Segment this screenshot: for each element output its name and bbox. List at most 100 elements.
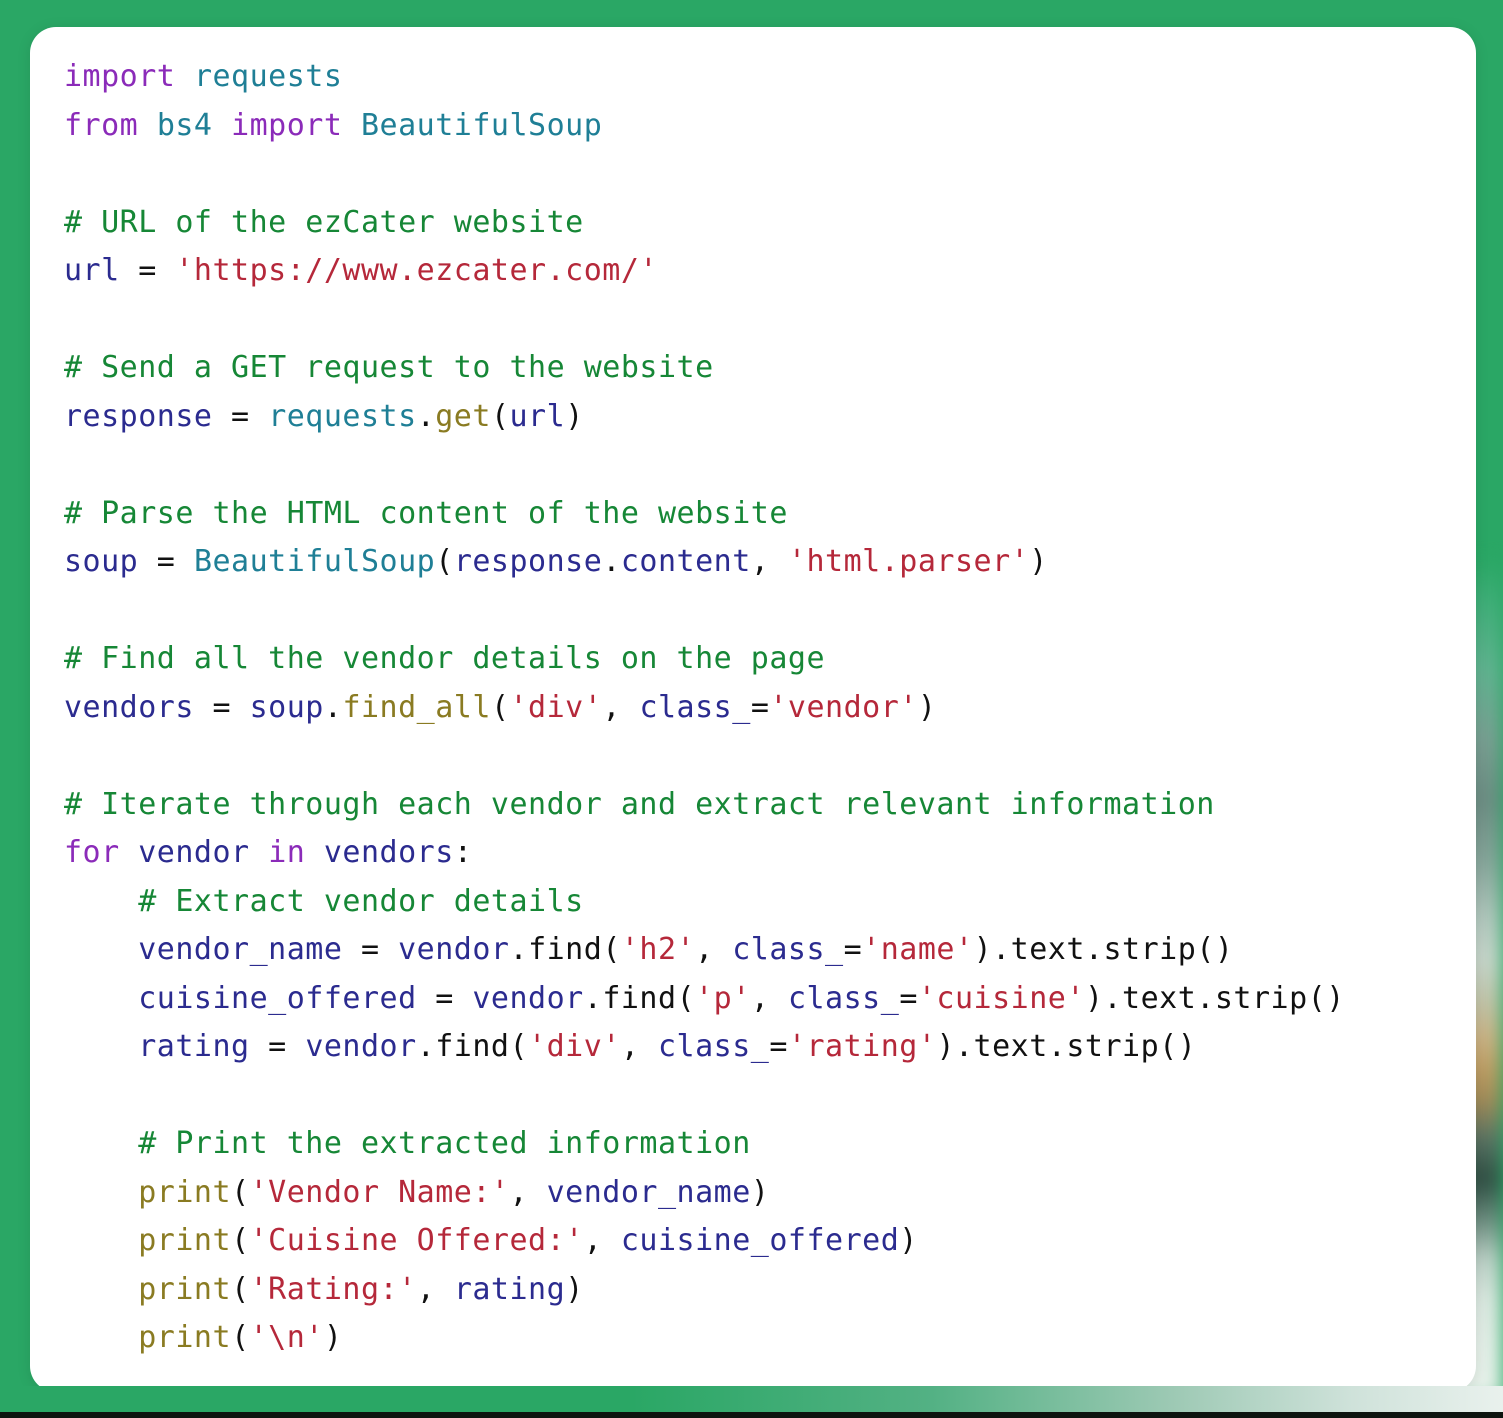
code-token-plain: .: [602, 544, 621, 579]
code-token-var: vendors: [323, 835, 454, 870]
code-line: # URL of the ezCater website: [64, 205, 584, 240]
code-token-kw: in: [268, 835, 306, 870]
code-token-var: vendor_name: [546, 1174, 751, 1210]
bottom-dark-rule: [0, 1412, 1503, 1418]
code-token-plain: :: [453, 835, 473, 870]
code-token-plain: ): [565, 1271, 584, 1307]
code-token-comment: # Find all the vendor details on the pag…: [64, 641, 826, 676]
code-token-plain: (: [231, 1223, 250, 1258]
code-token-fn: get: [435, 398, 491, 434]
code-token-str: '\n': [249, 1320, 324, 1355]
code-line: # Find all the vendor details on the pag…: [64, 641, 825, 676]
code-line: print('\n'): [64, 1320, 342, 1355]
code-token-var: response: [64, 398, 213, 434]
code-line: import requests: [64, 59, 342, 94]
code-token-plain: ,: [509, 1174, 547, 1210]
code-token-comment: # Parse the HTML content of the website: [64, 495, 788, 531]
code-token-plain: ,: [695, 932, 733, 967]
bottom-gradient-band: [0, 1386, 1503, 1412]
code-token-str: 'name': [862, 932, 974, 967]
code-token-plain: .: [323, 689, 343, 725]
code-token-plain: (: [509, 1029, 529, 1064]
code-token-plain: (: [231, 1271, 250, 1307]
code-token-kw: import: [64, 59, 176, 94]
code-token-plain: =: [212, 398, 269, 434]
code-token-plain: ,: [750, 980, 788, 1016]
python-code-block: import requests from bs4 import Beautifu…: [64, 53, 1345, 1363]
code-token-mod: bs4: [156, 107, 213, 143]
code-token-plain: =: [119, 253, 176, 288]
code-line: # Parse the HTML content of the website: [64, 496, 788, 531]
code-token-plain: .: [416, 1029, 436, 1064]
code-token-var: soup: [249, 689, 324, 725]
code-token-plain: ,: [750, 544, 788, 579]
code-line: vendor_name = vendor.find('h2', class_='…: [64, 932, 1233, 967]
code-line: vendors = soup.find_all('div', class_='v…: [64, 690, 936, 725]
code-token-plain: ).text.strip(): [973, 932, 1234, 967]
code-token-plain: =: [416, 980, 473, 1016]
code-token-str: 'html.parser': [787, 544, 1030, 579]
code-token-plain: ): [750, 1174, 770, 1210]
code-token-var: vendor: [398, 932, 510, 967]
code-token-var: vendor: [305, 1029, 417, 1064]
code-line: print('Rating:', rating): [64, 1272, 584, 1307]
code-token-plain: ): [323, 1320, 343, 1355]
code-token-kw: for: [64, 835, 120, 870]
code-token-plain: (: [490, 398, 510, 434]
code-line: print('Vendor Name:', vendor_name): [64, 1175, 769, 1210]
code-token-str: 'https://www.ezcater.com/': [175, 253, 658, 288]
code-token-plain: ).text.strip(): [1084, 980, 1345, 1016]
code-line: # Send a GET request to the website: [64, 350, 714, 385]
code-token-var: class_: [658, 1029, 770, 1064]
code-token-kw: from: [64, 107, 139, 143]
code-token-mod: requests: [193, 59, 343, 94]
code-token-plain: .: [583, 980, 603, 1016]
code-line: response = requests.get(url): [64, 399, 584, 434]
code-token-str: 'div': [509, 689, 603, 725]
code-token-plain: =: [249, 1029, 306, 1064]
code-token-str: 'vendor': [769, 689, 918, 725]
code-line: rating = vendor.find('div', class_='rati…: [64, 1029, 1196, 1064]
code-token-plain: =: [750, 689, 770, 725]
code-line: cuisine_offered = vendor.find('p', class…: [64, 981, 1345, 1016]
code-token-str: 'h2': [620, 932, 696, 967]
code-token-var: rating: [138, 1029, 250, 1064]
code-token-plain: ).text.strip(): [936, 1029, 1197, 1064]
code-snippet-card: import requests from bs4 import Beautifu…: [30, 27, 1476, 1392]
code-token-str: 'Rating:': [249, 1271, 417, 1307]
code-token-var: rating: [453, 1271, 566, 1307]
code-token-plain: find: [602, 980, 677, 1016]
code-token-fn: print: [138, 1174, 232, 1210]
code-token-var: vendor: [472, 980, 584, 1016]
code-token-plain: .: [416, 398, 436, 434]
code-token-plain: (: [231, 1174, 250, 1210]
code-token-plain: =: [769, 1029, 788, 1064]
code-token-comment: # Iterate through each vendor and extrac…: [64, 786, 1215, 822]
code-token-plain: ): [899, 1223, 918, 1258]
code-token-plain: (: [602, 932, 621, 967]
code-token-comment: # Extract vendor details: [64, 883, 584, 919]
code-token-plain: ): [917, 689, 937, 725]
code-token-plain: ): [1029, 544, 1048, 579]
code-token-plain: =: [899, 980, 918, 1016]
code-token-var: url: [64, 253, 120, 288]
code-token-var: cuisine_offered: [138, 980, 417, 1016]
code-token-plain: ,: [416, 1271, 454, 1307]
code-token-plain: =: [342, 932, 399, 967]
code-line: # Print the extracted information: [64, 1126, 751, 1161]
code-line: url = 'https://www.ezcater.com/': [64, 253, 658, 288]
code-token-str: 'div': [528, 1029, 621, 1064]
code-token-comment: # Send a GET request to the website: [64, 350, 714, 385]
code-token-fn: print: [138, 1271, 232, 1307]
code-token-plain: ): [565, 398, 584, 434]
